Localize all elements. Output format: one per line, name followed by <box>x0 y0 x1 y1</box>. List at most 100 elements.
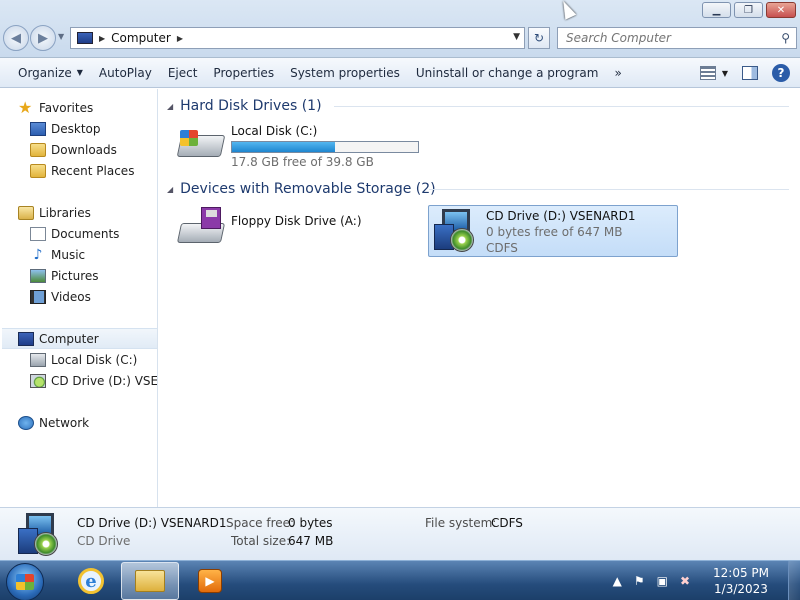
nav-network[interactable]: Network <box>18 412 157 433</box>
group-divider <box>429 189 789 190</box>
search-box[interactable]: ⚲ <box>557 27 797 49</box>
nav-downloads-label: Downloads <box>51 142 117 157</box>
preview-pane-button[interactable] <box>742 66 758 80</box>
back-button[interactable]: ◀ <box>3 25 29 51</box>
taskbar: e ▶ ▲ ⚑ ▣ ✖ 12:05 PM 1/3/2023 <box>0 560 800 600</box>
show-desktop-button[interactable] <box>788 561 800 600</box>
details-item-name: CD Drive (D:) VSENARD1 <box>77 516 227 530</box>
group-divider <box>334 106 789 107</box>
change-view-button[interactable]: ▼ <box>699 66 728 80</box>
libraries-icon <box>18 205 34 220</box>
breadcrumb-computer[interactable]: Computer <box>111 31 171 45</box>
nav-libraries-label: Libraries <box>39 205 91 220</box>
nav-desktop-label: Desktop <box>51 121 101 136</box>
view-icon <box>699 66 716 80</box>
disk-usage-bar <box>231 141 419 153</box>
total-size-value: 647 MB <box>288 534 334 548</box>
uninstall-program-button[interactable]: Uninstall or change a program <box>408 58 607 88</box>
drive-info: Local Disk (C:) 17.8 GB free of 39.8 GB <box>231 123 419 170</box>
file-system-label: File system: <box>425 516 497 530</box>
cd-drive-large-icon <box>432 208 480 252</box>
nav-desktop[interactable]: Desktop <box>30 118 157 139</box>
action-center-flag-icon[interactable]: ⚑ <box>634 574 645 588</box>
clock-date: 1/3/2023 <box>714 582 768 596</box>
organize-button[interactable]: Organize ▼ <box>10 58 91 88</box>
drive-info: Floppy Disk Drive (A:) <box>231 207 362 229</box>
start-button[interactable] <box>6 563 44 600</box>
nav-local-disk[interactable]: Local Disk (C:) <box>30 349 157 370</box>
nav-videos[interactable]: Videos <box>30 286 157 307</box>
explorer-folder-icon <box>135 570 165 592</box>
close-button[interactable]: ✕ <box>766 2 796 18</box>
breadcrumb-arrow-icon[interactable]: ▶ <box>177 34 183 43</box>
breadcrumb-arrow-icon[interactable]: ▶ <box>99 34 105 43</box>
nav-libraries[interactable]: Libraries <box>18 202 157 223</box>
collapse-triangle-icon: ◢ <box>167 184 174 194</box>
recent-pages-dropdown[interactable]: ▼ <box>58 32 64 41</box>
nav-computer[interactable]: Computer <box>2 328 157 349</box>
taskbar-windows-explorer[interactable] <box>121 562 179 600</box>
nav-pictures[interactable]: Pictures <box>30 265 157 286</box>
more-commands-button[interactable]: » <box>606 58 629 88</box>
nav-recent-places[interactable]: Recent Places <box>30 160 157 181</box>
pictures-icon <box>30 268 46 283</box>
computer-icon <box>77 32 93 44</box>
volume-muted-icon[interactable]: ✖ <box>680 574 690 588</box>
search-input[interactable] <box>566 31 766 45</box>
search-icon[interactable]: ⚲ <box>781 31 790 45</box>
space-free-label: Space free: <box>226 516 295 530</box>
group-title-hard-disks: Hard Disk Drives (1) <box>180 98 322 114</box>
minimize-button[interactable]: ▁ <box>702 2 731 18</box>
nav-downloads[interactable]: Downloads <box>30 139 157 160</box>
forward-arrow-icon: ▶ <box>38 30 48 46</box>
cd-disc-icon <box>450 228 474 252</box>
organize-label: Organize <box>18 65 72 80</box>
downloads-folder-icon <box>30 142 46 157</box>
address-bar[interactable]: ▶ Computer ▶ ▼ <box>70 27 525 49</box>
drive-name: Local Disk (C:) <box>231 124 318 138</box>
details-pane: CD Drive (D:) VSENARD1 CD Drive Space fr… <box>0 507 800 560</box>
system-properties-button[interactable]: System properties <box>282 58 408 88</box>
clock[interactable]: 12:05 PM 1/3/2023 <box>702 565 780 597</box>
address-dropdown-icon[interactable]: ▼ <box>513 32 520 42</box>
collapse-triangle-icon: ◢ <box>167 101 174 111</box>
nav-favorites[interactable]: ★ Favorites <box>18 97 157 118</box>
eject-button[interactable]: Eject <box>160 58 206 88</box>
space-free-value: 0 bytes <box>288 516 333 530</box>
network-status-icon[interactable]: ▣ <box>657 574 668 588</box>
drive-tile-cd[interactable]: CD Drive (D:) VSENARD1 0 bytes free of 6… <box>428 205 678 257</box>
nav-cd-drive-label: CD Drive (D:) VSENARD1 <box>51 373 157 388</box>
notification-area: ▲ ⚑ ▣ ✖ 12:05 PM 1/3/2023 <box>613 561 800 600</box>
drive-tile-local-disk[interactable]: Local Disk (C:) 17.8 GB free of 39.8 GB <box>176 123 419 170</box>
nav-documents-label: Documents <box>51 226 120 241</box>
drive-free-space: 17.8 GB free of 39.8 GB <box>231 155 374 169</box>
nav-music[interactable]: ♪ Music <box>30 244 157 265</box>
total-size-label: Total size: <box>231 534 291 548</box>
autoplay-button[interactable]: AutoPlay <box>91 58 160 88</box>
content-pane: ◢ Hard Disk Drives (1) Local Disk (C:) 1… <box>159 89 800 507</box>
hard-disk-icon <box>30 352 46 367</box>
group-header-removable[interactable]: ◢ Devices with Removable Storage (2) <box>167 179 436 199</box>
internet-explorer-icon: e <box>78 568 104 594</box>
cd-disc-icon <box>34 532 58 556</box>
nav-documents[interactable]: Documents <box>30 223 157 244</box>
help-button[interactable]: ? <box>772 64 790 82</box>
refresh-button[interactable]: ↻ <box>528 27 550 49</box>
cd-drive-large-icon <box>16 512 64 558</box>
toolbar-right: ▼ ? <box>699 58 790 88</box>
nav-cd-drive[interactable]: CD Drive (D:) VSENARD1 <box>30 370 157 391</box>
floppy-disk-icon <box>201 207 221 229</box>
nav-local-disk-label: Local Disk (C:) <box>51 352 138 367</box>
taskbar-media-player[interactable]: ▶ <box>181 562 239 600</box>
group-header-hard-disks[interactable]: ◢ Hard Disk Drives (1) <box>167 96 322 116</box>
network-icon <box>18 415 34 430</box>
properties-button[interactable]: Properties <box>205 58 282 88</box>
restore-button[interactable]: ❐ <box>734 2 763 18</box>
close-icon: ✕ <box>776 4 786 16</box>
taskbar-internet-explorer[interactable]: e <box>62 562 120 600</box>
command-bar: Organize ▼ AutoPlay Eject Properties Syst… <box>0 58 800 88</box>
forward-button[interactable]: ▶ <box>30 25 56 51</box>
refresh-icon: ↻ <box>533 31 545 45</box>
show-hidden-icons-icon[interactable]: ▲ <box>613 574 622 588</box>
drive-tile-floppy[interactable]: Floppy Disk Drive (A:) <box>176 207 362 247</box>
